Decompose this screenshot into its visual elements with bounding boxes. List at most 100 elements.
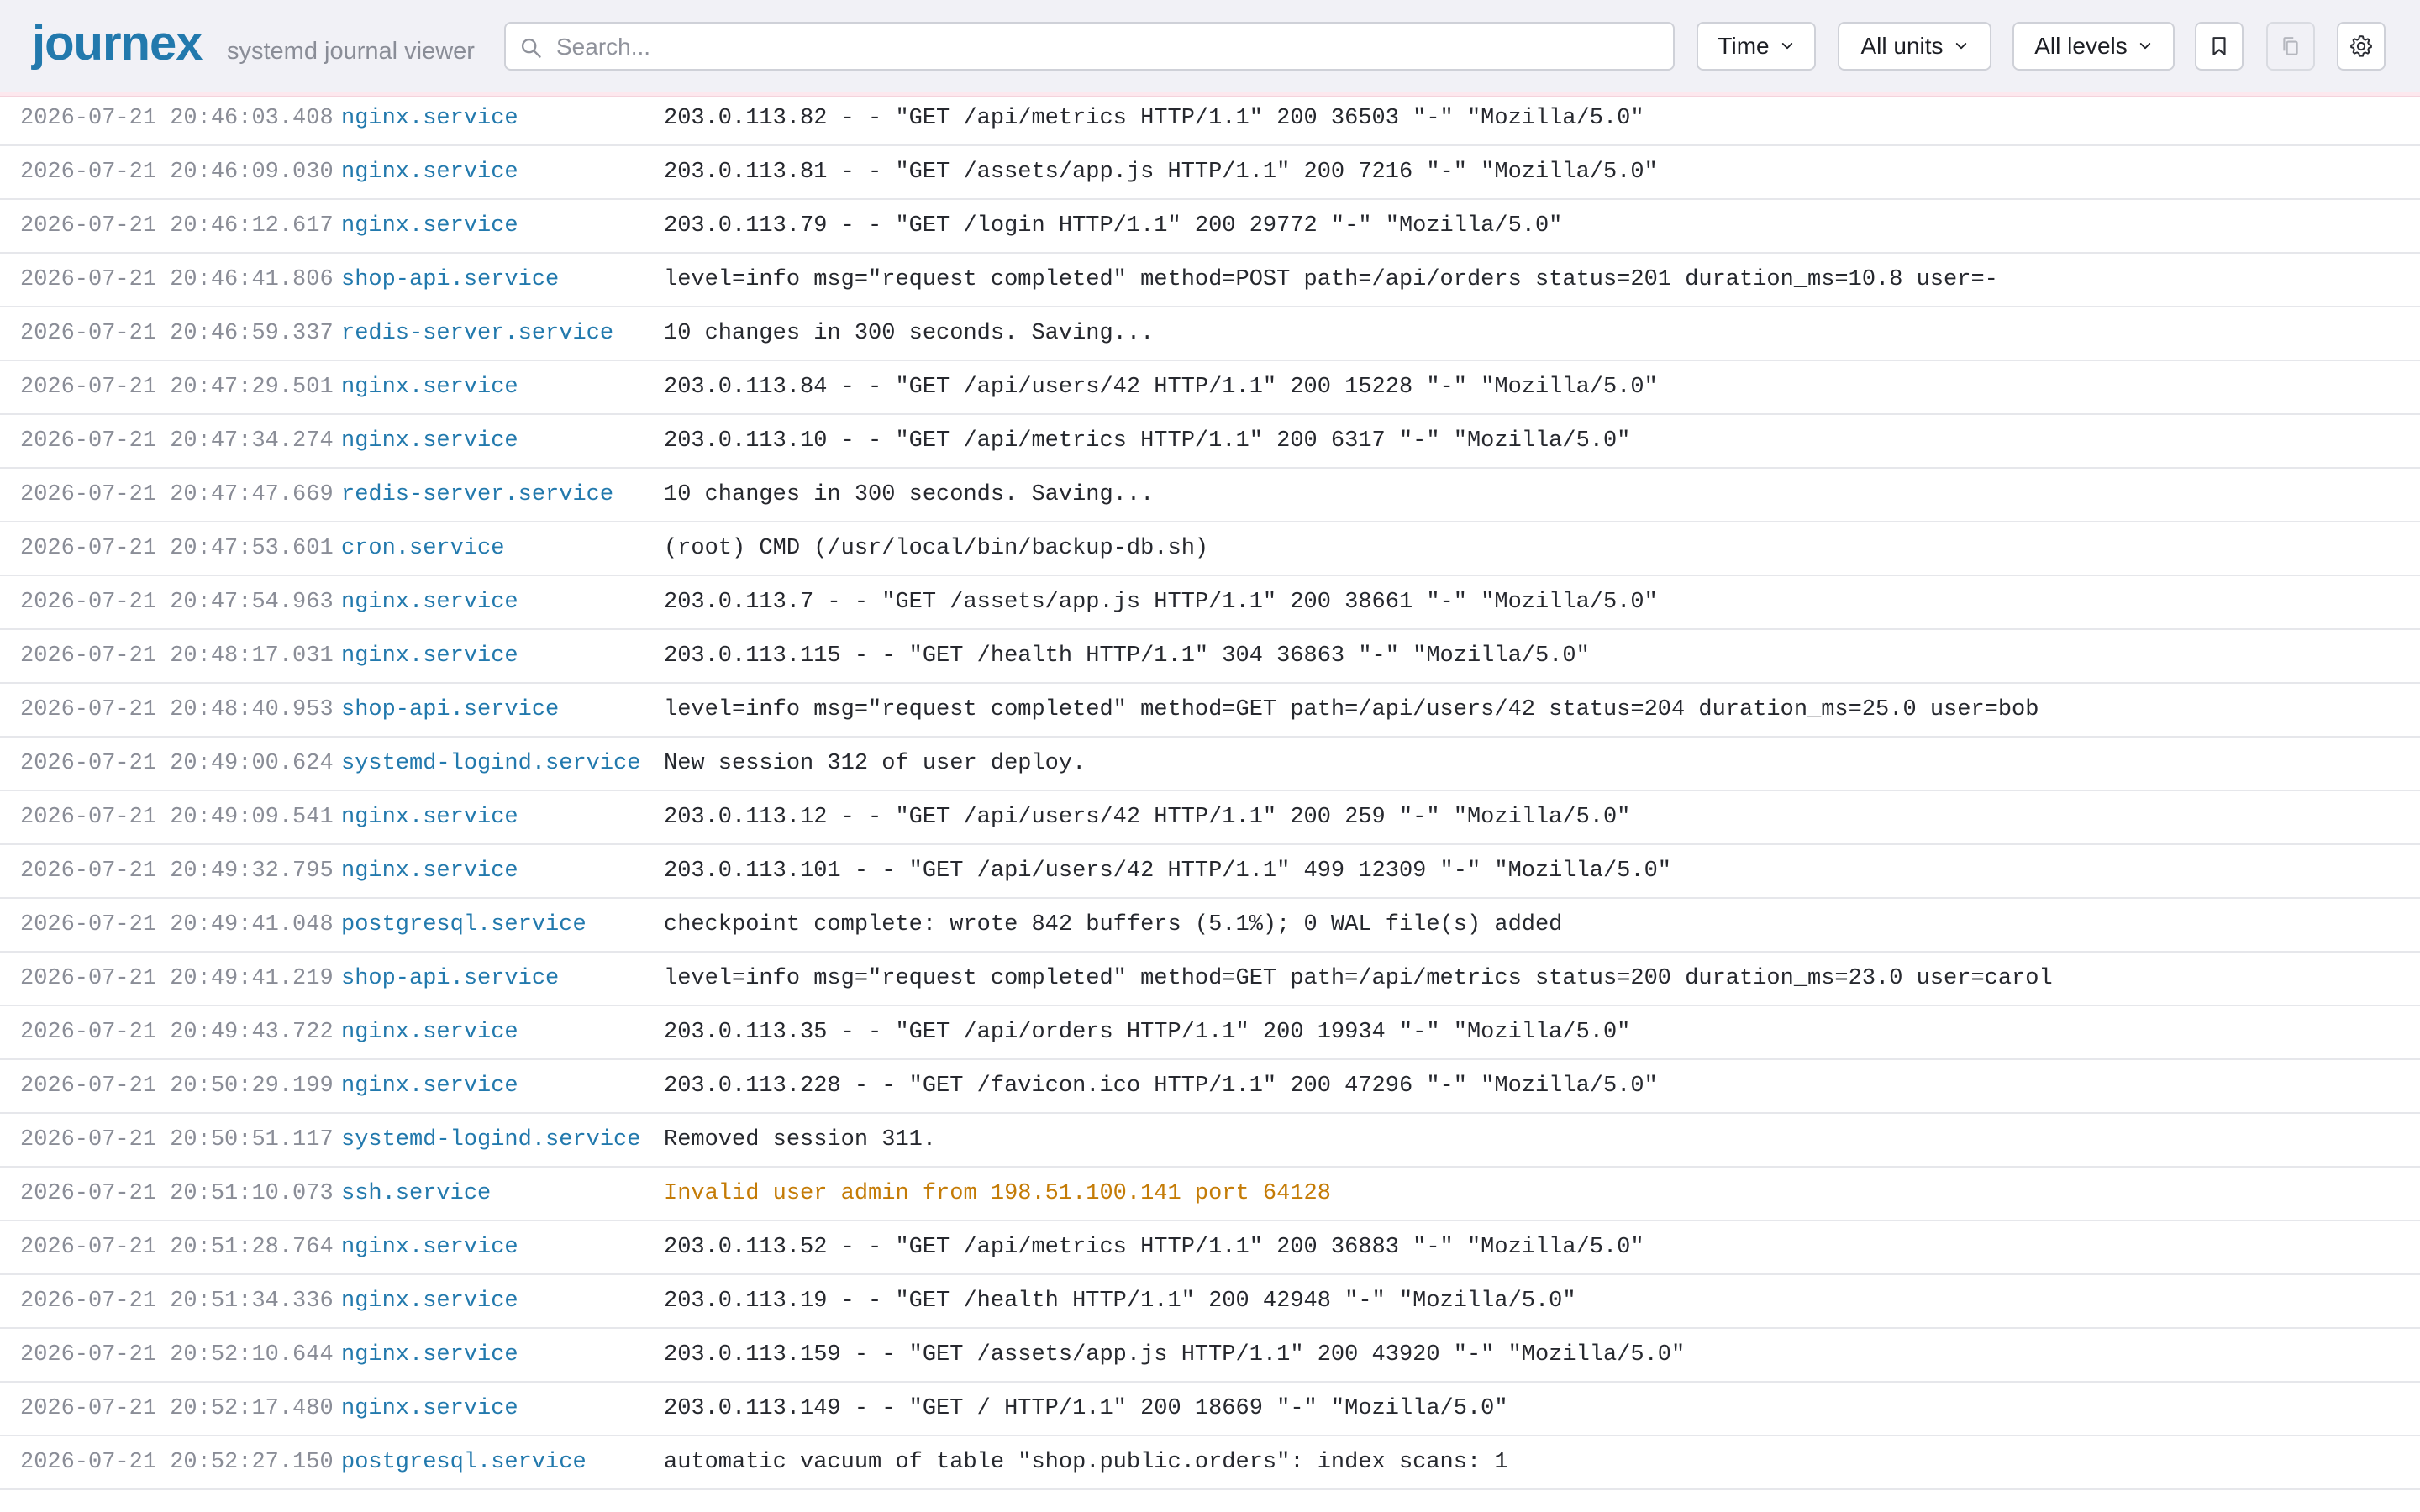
top-toolbar: journex systemd journal viewer Time All … [0,0,2420,92]
log-unit-link[interactable]: cron.service [341,536,504,561]
log-timestamp: 2026-07-21 20:47:29.501 [20,375,334,400]
log-timestamp: 2026-07-21 20:46:12.617 [20,213,334,239]
log-unit-link[interactable]: nginx.service [341,213,518,239]
log-message: 203.0.113.82 - - "GET /api/metrics HTTP/… [664,106,1644,131]
log-message: 203.0.113.149 - - "GET / HTTP/1.1" 200 1… [664,1396,1508,1421]
log-unit-link[interactable]: shop-api.service [341,267,559,292]
log-row[interactable]: 2026-07-21 20:50:51.117 systemd-logind.se… [0,1114,2420,1168]
log-timestamp: 2026-07-21 20:49:41.219 [20,966,334,991]
log-row[interactable]: 2026-07-21 20:50:29.199 nginx.service 203.… [0,1060,2420,1114]
log-unit-link[interactable]: nginx.service [341,1289,518,1314]
log-message: 203.0.113.159 - - "GET /assets/app.js HT… [664,1342,1686,1368]
log-row[interactable]: 2026-07-21 20:52:17.480 nginx.service 203.… [0,1383,2420,1436]
chevron-down-icon [2139,43,2150,50]
log-message: level=info msg="request completed" metho… [664,966,2053,991]
log-message: 203.0.113.7 - - "GET /assets/app.js HTTP… [664,590,1658,615]
levels-filter-dropdown[interactable]: All levels [2012,22,2175,71]
log-unit-link[interactable]: nginx.service [341,1074,518,1099]
log-message: level=info msg="request completed" metho… [664,267,1998,292]
log-row[interactable]: 2026-07-21 20:51:28.764 nginx.service 203.… [0,1221,2420,1275]
log-unit-link[interactable]: nginx.service [341,160,518,185]
log-unit-link[interactable]: nginx.service [341,375,518,400]
log-message: Invalid user admin from 198.51.100.141 p… [664,1181,1331,1206]
log-row[interactable]: 2026-07-21 20:49:43.722 nginx.service 203.… [0,1006,2420,1060]
log-unit-link[interactable]: nginx.service [341,590,518,615]
bookmark-icon [2212,37,2226,55]
log-row[interactable]: 2026-07-21 20:46:41.806 shop-api.service l… [0,254,2420,307]
log-row[interactable]: 2026-07-21 20:46:12.617 nginx.service 203.… [0,200,2420,254]
log-row[interactable]: 2026-07-21 20:49:41.219 shop-api.service l… [0,953,2420,1006]
log-unit-link[interactable]: nginx.service [341,106,518,131]
log-unit-link[interactable]: systemd-logind.service [341,751,640,776]
log-message: 203.0.113.81 - - "GET /assets/app.js HTT… [664,160,1658,185]
log-unit-link[interactable]: ssh.service [341,1181,491,1206]
log-row[interactable]: 2026-07-21 20:49:41.048 postgresql.servic… [0,899,2420,953]
log-row[interactable]: 2026-07-21 20:48:40.953 shop-api.service l… [0,684,2420,738]
log-timestamp: 2026-07-21 20:49:43.722 [20,1020,334,1045]
log-timestamp: 2026-07-21 20:50:51.117 [20,1127,334,1152]
chevron-down-icon [1781,43,1792,50]
log-timestamp: 2026-07-21 20:47:54.963 [20,590,334,615]
log-unit-link[interactable]: redis-server.service [341,482,613,507]
log-unit-link[interactable]: nginx.service [341,1342,518,1368]
log-message: level=info msg="request completed" metho… [664,697,2039,722]
log-row[interactable]: 2026-07-21 20:47:34.274 nginx.service 203.… [0,415,2420,469]
log-message: New session 312 of user deploy. [664,751,1086,776]
search-box[interactable] [504,22,1675,71]
log-message: 203.0.113.84 - - "GET /api/users/42 HTTP… [664,375,1658,400]
log-row[interactable]: 2026-07-21 20:49:32.795 nginx.service 203.… [0,845,2420,899]
log-row[interactable]: 2026-07-21 20:47:47.669 redis-server.serv… [0,469,2420,522]
log-row[interactable]: 2026-07-21 20:48:17.031 nginx.service 203.… [0,630,2420,684]
units-filter-dropdown[interactable]: All units [1838,22,1991,71]
log-row[interactable]: 2026-07-21 20:46:59.337 redis-server.serv… [0,307,2420,361]
log-timestamp: 2026-07-21 20:50:29.199 [20,1074,334,1099]
log-unit-link[interactable]: shop-api.service [341,697,559,722]
log-message: 203.0.113.35 - - "GET /api/orders HTTP/1… [664,1020,1631,1045]
settings-button[interactable] [2337,22,2386,71]
time-filter-dropdown[interactable]: Time [1697,22,1816,71]
log-message: checkpoint complete: wrote 842 buffers (… [664,912,1563,937]
log-timestamp: 2026-07-21 20:46:09.030 [20,160,334,185]
log-timestamp: 2026-07-21 20:48:17.031 [20,643,334,669]
log-row[interactable]: 2026-07-21 20:46:09.030 nginx.service 203.… [0,146,2420,200]
search-icon [521,38,541,58]
log-message: 10 changes in 300 seconds. Saving... [664,321,1155,346]
log-unit-link[interactable]: nginx.service [341,428,518,454]
log-unit-link[interactable]: nginx.service [341,858,518,884]
log-unit-link[interactable]: postgresql.service [341,912,587,937]
log-unit-link[interactable]: shop-api.service [341,966,559,991]
time-filter-label: Time [1718,33,1770,59]
log-unit-link[interactable]: systemd-logind.service [341,1127,640,1152]
log-message: 203.0.113.12 - - "GET /api/users/42 HTTP… [664,805,1631,830]
log-message: 203.0.113.10 - - "GET /api/metrics HTTP/… [664,428,1631,454]
log-unit-link[interactable]: nginx.service [341,1396,518,1421]
log-unit-link[interactable]: nginx.service [341,1020,518,1045]
log-unit-link[interactable]: nginx.service [341,1235,518,1260]
log-timestamp: 2026-07-21 20:49:00.624 [20,751,334,776]
log-unit-link[interactable]: nginx.service [341,643,518,669]
bookmark-button[interactable] [2195,22,2244,71]
log-unit-link[interactable]: postgresql.service [341,1450,587,1475]
log-unit-link[interactable]: redis-server.service [341,321,613,346]
copy-button[interactable] [2266,22,2315,71]
log-timestamp: 2026-07-21 20:49:09.541 [20,805,334,830]
log-row[interactable]: 2026-07-21 20:51:34.336 nginx.service 203.… [0,1275,2420,1329]
log-timestamp: 2026-07-21 20:52:10.644 [20,1342,334,1368]
log-row[interactable]: 2026-07-21 20:52:10.644 nginx.service 203.… [0,1329,2420,1383]
log-row[interactable]: 2026-07-21 20:52:27.150 postgresql.servic… [0,1436,2420,1490]
log-timestamp: 2026-07-21 20:47:47.669 [20,482,334,507]
log-timestamp: 2026-07-21 20:46:59.337 [20,321,334,346]
log-row[interactable]: 2026-07-21 20:49:00.624 systemd-logind.se… [0,738,2420,791]
log-timestamp: 2026-07-21 20:52:17.480 [20,1396,334,1421]
search-input[interactable] [555,29,1659,66]
log-row[interactable]: 2026-07-21 20:51:10.073 ssh.service Invali… [0,1168,2420,1221]
log-row[interactable]: 2026-07-21 20:47:54.963 nginx.service 203.… [0,576,2420,630]
log-unit-link[interactable]: nginx.service [341,805,518,830]
log-row[interactable]: 2026-07-21 20:49:09.541 nginx.service 203.… [0,791,2420,845]
log-row[interactable]: 2026-07-21 20:47:29.501 nginx.service 203.… [0,361,2420,415]
log-row[interactable]: 2026-07-21 20:47:53.601 cron.service (root… [0,522,2420,576]
log-timestamp: 2026-07-21 20:49:32.795 [20,858,334,884]
log-row[interactable]: 2026-07-21 20:46:03.408 nginx.service 203.… [0,92,2420,146]
log-message: 203.0.113.101 - - "GET /api/users/42 HTT… [664,858,1671,884]
log-message: 10 changes in 300 seconds. Saving... [664,482,1155,507]
